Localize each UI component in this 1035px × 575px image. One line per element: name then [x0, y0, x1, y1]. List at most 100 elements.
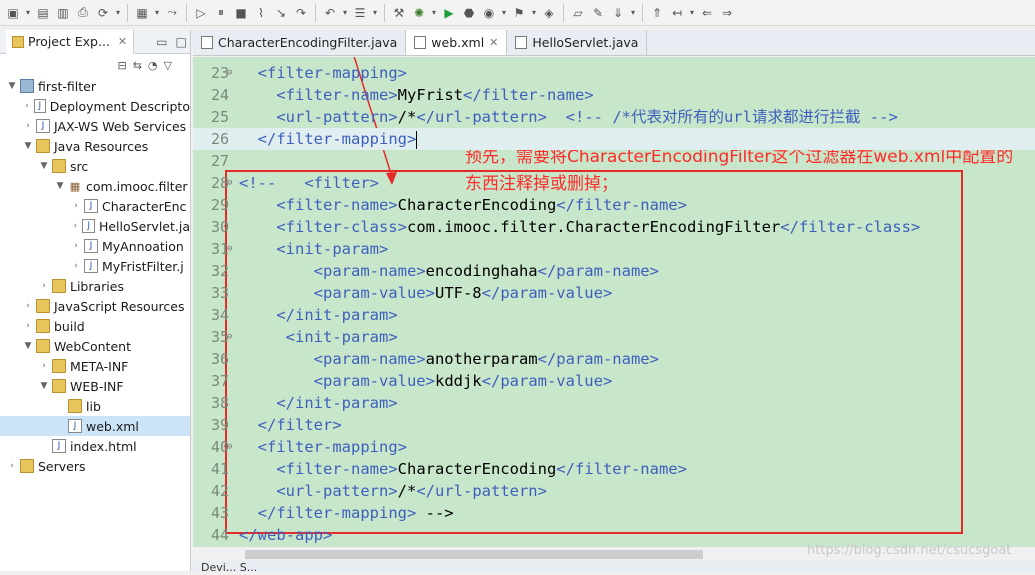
tree-item[interactable]: Jweb.xml [0, 416, 190, 436]
dropdown-caret-icon[interactable]: ▾ [371, 8, 379, 17]
dropdown-caret-icon[interactable]: ▾ [688, 8, 696, 17]
forward-icon[interactable]: ⇒ [718, 4, 736, 22]
code-line[interactable]: 27 [193, 150, 1035, 172]
run-server-icon[interactable]: ⬣ [460, 4, 478, 22]
expand-arrow-icon[interactable]: › [6, 461, 18, 471]
dropdown-caret-icon[interactable]: ▾ [629, 8, 637, 17]
expand-arrow-icon[interactable]: ▼ [38, 161, 50, 171]
expand-arrow-icon[interactable]: › [22, 121, 34, 131]
fold-icon[interactable]: ⊖ [227, 436, 232, 458]
dropdown-caret-icon[interactable]: ▾ [430, 8, 438, 17]
save-all-icon[interactable]: ▥ [54, 4, 72, 22]
editor-tab[interactable]: web.xml ✕ [406, 30, 508, 55]
expand-arrow-icon[interactable]: ▼ [54, 181, 66, 191]
code-line[interactable]: 43 </filter-mapping> --> [193, 502, 1035, 524]
save-icon[interactable]: ▤ [34, 4, 52, 22]
tree-item[interactable]: ▼ WEB-INF [0, 376, 190, 396]
close-icon[interactable]: ✕ [489, 36, 498, 49]
new-icon[interactable]: ▣ [4, 4, 22, 22]
tree-item[interactable]: ▼ first-filter [0, 76, 190, 96]
suspend-icon[interactable]: ⏸ [212, 4, 230, 22]
code-line[interactable]: 38 </init-param> [193, 392, 1035, 414]
tree-item[interactable]: › J MyFristFilter.j [0, 256, 190, 276]
build-icon[interactable]: ⚒ [390, 4, 408, 22]
maximize-icon[interactable]: □ [175, 35, 186, 49]
code-line[interactable]: 39 </filter> [193, 414, 1035, 436]
xml-editor[interactable]: 预先，需要将CharacterEncodingFilter这个过滤器在web.x… [193, 57, 1035, 547]
dropdown-caret-icon[interactable]: ▾ [24, 8, 32, 17]
back-icon[interactable]: ⇐ [698, 4, 716, 22]
tree-item[interactable]: › J CharacterEnc [0, 196, 190, 216]
code-line[interactable]: 33 <param-value>UTF-8</param-value> [193, 282, 1035, 304]
terminal-icon[interactable]: ▦ [133, 4, 151, 22]
code-line[interactable]: 35 ⊖ <init-param> [193, 326, 1035, 348]
open-type-icon[interactable]: ◈ [540, 4, 558, 22]
code-line[interactable]: 41 <filter-name>CharacterEncoding</filte… [193, 458, 1035, 480]
code-line[interactable]: 23 ⊖ <filter-mapping> [193, 62, 1035, 84]
debug-icon[interactable]: ✺ [410, 4, 428, 22]
tree-item[interactable]: › JavaScript Resources [0, 296, 190, 316]
disconnect-icon[interactable]: ⌇ [252, 4, 270, 22]
tree-item[interactable]: › J HelloServlet.ja [0, 216, 190, 236]
code-line[interactable]: 29 <filter-name>CharacterEncoding</filte… [193, 194, 1035, 216]
expand-arrow-icon[interactable]: › [70, 201, 82, 211]
run-icon[interactable]: ▶ [440, 4, 458, 22]
tree-item[interactable]: Jindex.html [0, 436, 190, 456]
code-line[interactable]: 26 </filter-mapping> [193, 128, 1035, 150]
dropdown-caret-icon[interactable]: ▾ [341, 8, 349, 17]
explorer-tab[interactable]: Project Exp... ✕ [6, 29, 135, 54]
skip-icon[interactable]: ⤳ [163, 4, 181, 22]
filter-icon[interactable]: ◔ [148, 59, 158, 72]
expand-arrow-icon[interactable]: ▼ [6, 81, 18, 91]
code-line[interactable]: 31 ⊖ <init-param> [193, 238, 1035, 260]
code-line[interactable]: 36 <param-name>anotherparam</param-name> [193, 348, 1035, 370]
expand-arrow-icon[interactable]: › [22, 301, 34, 311]
tree-item[interactable]: lib [0, 396, 190, 416]
code-line[interactable]: 32 <param-name>encodinghaha</param-name> [193, 260, 1035, 282]
code-line[interactable]: 34 </init-param> [193, 304, 1035, 326]
bottom-panel-tab[interactable]: Devi... S... [193, 561, 1035, 574]
step-return-icon[interactable]: ↶ [321, 4, 339, 22]
tree-item[interactable]: › META-INF [0, 356, 190, 376]
fold-icon[interactable]: ⊖ [227, 172, 232, 194]
code-line[interactable]: 25 <url-pattern>/*</url-pattern> <!-- /*… [193, 106, 1035, 128]
print-icon[interactable]: ⎙ [74, 4, 92, 22]
expand-arrow-icon[interactable]: › [70, 241, 82, 251]
step-over-icon[interactable]: ↷ [292, 4, 310, 22]
code-line[interactable]: 24 <filter-name>MyFrist</filter-name> [193, 84, 1035, 106]
external-tools-icon[interactable]: ⚑ [510, 4, 528, 22]
tree-item[interactable]: › build [0, 316, 190, 336]
expand-arrow-icon[interactable]: › [70, 221, 80, 231]
step-into-icon[interactable]: ↘ [272, 4, 290, 22]
tree-item[interactable]: › J MyAnnoation [0, 236, 190, 256]
code-line[interactable]: 28 ⊖ <!-- <filter> [193, 172, 1035, 194]
expand-arrow-icon[interactable]: › [70, 261, 82, 271]
dropdown-caret-icon[interactable]: ▾ [500, 8, 508, 17]
tree-item[interactable]: › Libraries [0, 276, 190, 296]
tree-item[interactable]: ▼ WebContent [0, 336, 190, 356]
view-menu-icon[interactable]: ▽ [164, 59, 172, 72]
minimize-icon[interactable]: ▭ [156, 35, 167, 49]
scrollbar-thumb[interactable] [245, 550, 703, 559]
expand-arrow-icon[interactable]: ▼ [22, 141, 34, 151]
task-icon[interactable]: ☰ [351, 4, 369, 22]
coverage-icon[interactable]: ◉ [480, 4, 498, 22]
open-folder-icon[interactable]: ▱ [569, 4, 587, 22]
refresh-icon[interactable]: ⟳ [94, 4, 112, 22]
code-line[interactable]: 37 <param-value>kddjk</param-value> [193, 370, 1035, 392]
dropdown-caret-icon[interactable]: ▾ [153, 8, 161, 17]
code-line[interactable]: 30 <filter-class>com.imooc.filter.Charac… [193, 216, 1035, 238]
expand-arrow-icon[interactable]: › [22, 101, 32, 111]
tree-item[interactable]: › Servers [0, 456, 190, 476]
dropdown-caret-icon[interactable]: ▾ [114, 8, 122, 17]
fold-icon[interactable]: ⊖ [227, 62, 232, 84]
tree-item[interactable]: › J JAX-WS Web Services [0, 116, 190, 136]
terminate-icon[interactable]: ■ [232, 4, 250, 22]
editor-tab[interactable]: HelloServlet.java [507, 30, 648, 55]
expand-arrow-icon[interactable]: ▼ [38, 381, 50, 391]
collapse-all-icon[interactable]: ⊟ [117, 59, 126, 72]
link-editor-icon[interactable]: ⇆ [133, 59, 142, 72]
tree-item[interactable]: ▼ Java Resources [0, 136, 190, 156]
prev-annotation-icon[interactable]: ⇑ [648, 4, 666, 22]
code-line[interactable]: 40 ⊖ <filter-mapping> [193, 436, 1035, 458]
